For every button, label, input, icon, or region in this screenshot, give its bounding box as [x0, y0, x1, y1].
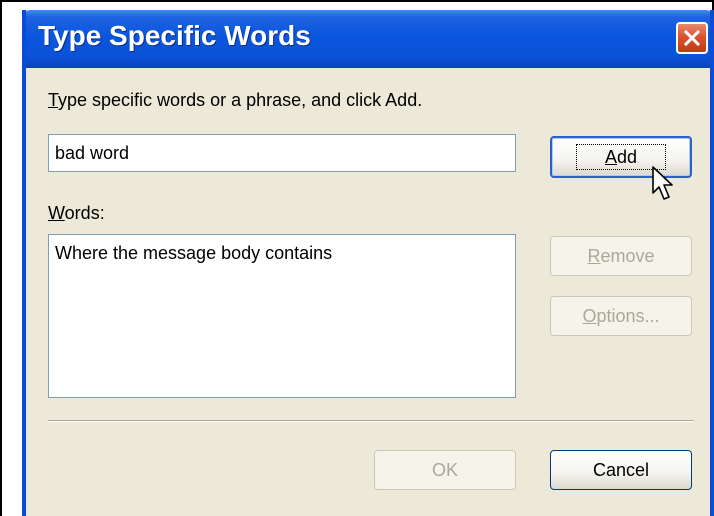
separator	[48, 420, 694, 422]
instruction-text: Type specific words or a phrase, and cli…	[48, 90, 422, 111]
words-list[interactable]: Where the message body contains	[48, 234, 516, 398]
words-label-mnemonic: W	[48, 203, 65, 223]
instruction-rest: ype specific words or a phrase, and clic…	[58, 90, 423, 110]
add-button-label: dd	[616, 147, 638, 167]
close-button[interactable]	[676, 22, 708, 54]
word-input[interactable]	[48, 134, 516, 172]
add-button-focus: Add	[575, 144, 667, 170]
instruction-mnemonic: T	[48, 90, 59, 110]
list-item[interactable]: Where the message body contains	[55, 243, 509, 264]
remove-button-mnemonic: R	[587, 246, 601, 266]
add-button-mnemonic: A	[604, 147, 617, 167]
words-label: Words:	[48, 203, 105, 224]
close-icon	[683, 29, 701, 47]
options-button-mnemonic: O	[582, 306, 597, 326]
remove-button[interactable]: Remove	[550, 236, 692, 276]
options-button-label: ptions...	[596, 306, 660, 326]
title-bar: Type Specific Words	[26, 10, 710, 68]
options-button[interactable]: Options...	[550, 296, 692, 336]
cancel-button[interactable]: Cancel	[550, 450, 692, 490]
words-label-rest: ords:	[64, 203, 105, 223]
remove-button-label: emove	[600, 246, 655, 266]
type-specific-words-dialog: Type Specific Words Type specific words …	[22, 10, 714, 516]
dialog-title: Type Specific Words	[38, 20, 311, 51]
add-button[interactable]: Add	[550, 136, 692, 178]
ok-button[interactable]: OK	[374, 450, 516, 490]
